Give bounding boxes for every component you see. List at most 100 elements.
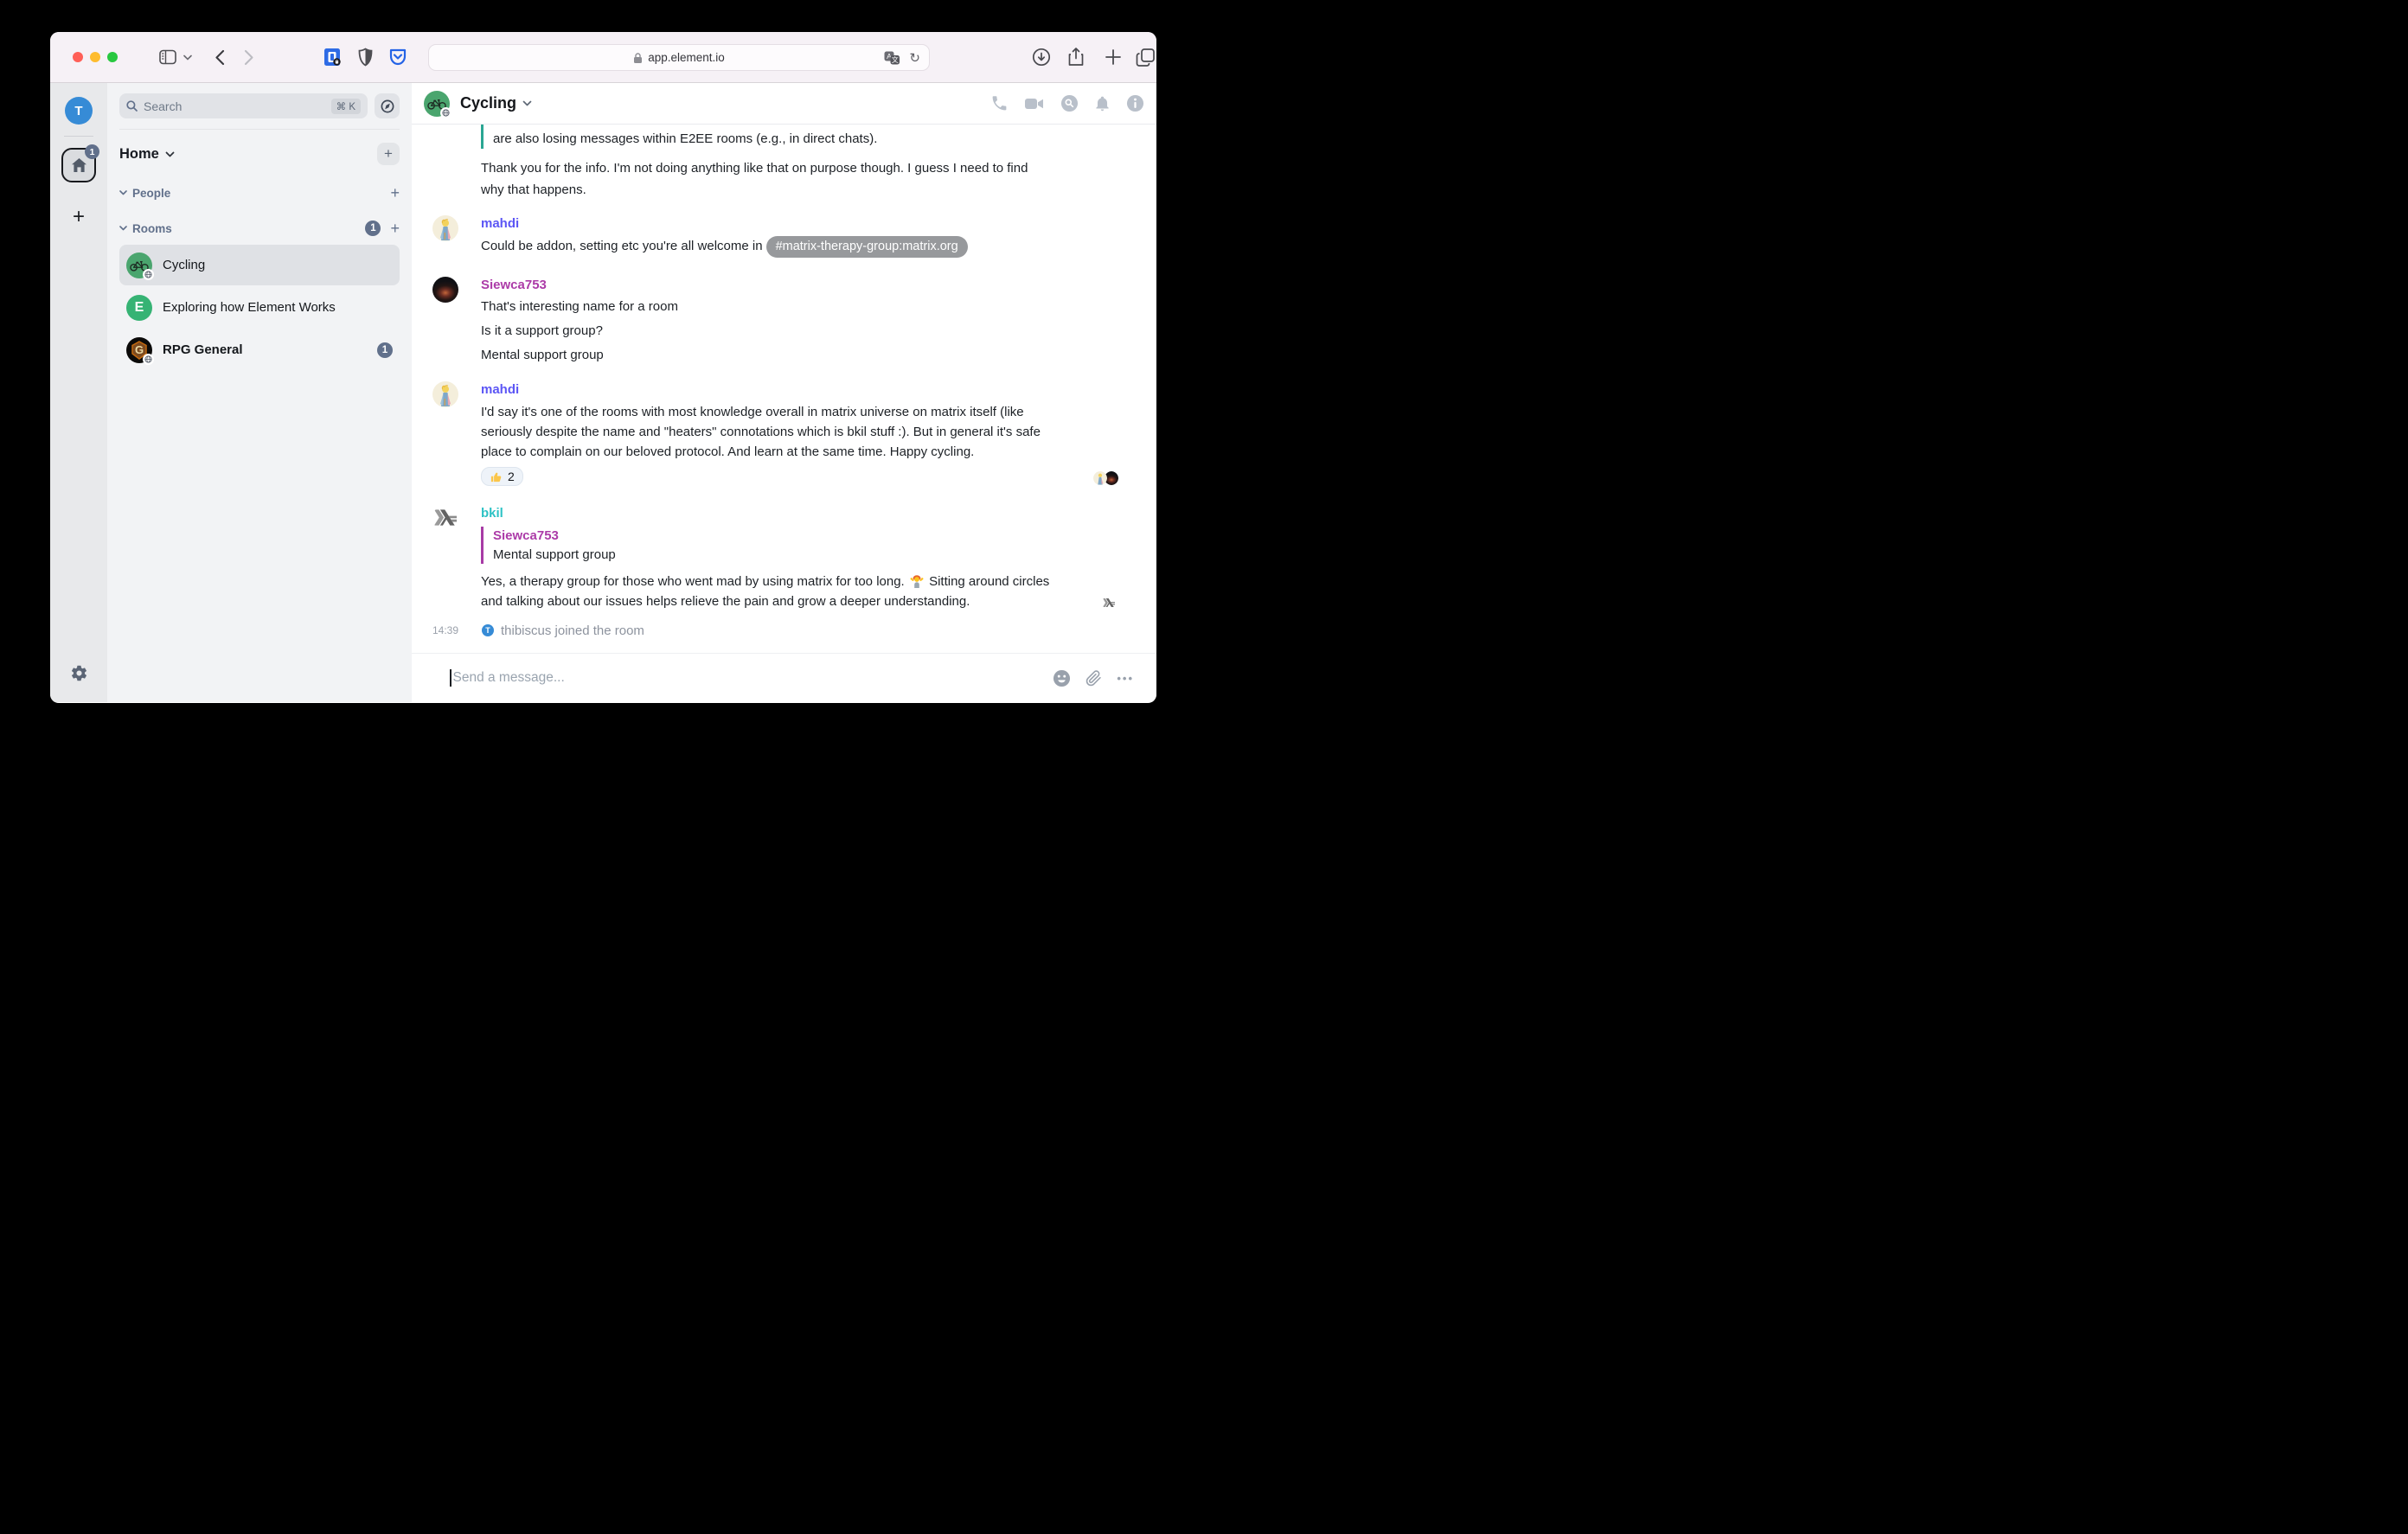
reaction-count: 2 [508,470,515,483]
public-room-globe-icon [143,354,154,365]
sender-avatar-bkil[interactable] [432,505,458,531]
close-window-button[interactable] [73,52,83,62]
sidebar-menu-chevron-icon[interactable] [183,54,192,61]
room-name: Exploring how Element Works [163,300,336,315]
translate-icon[interactable]: A文 [884,51,900,65]
room-info-icon[interactable] [1126,94,1144,112]
new-tab-button[interactable] [1105,48,1122,66]
forward-button[interactable] [244,49,254,66]
room-item-cycling[interactable]: Cycling [119,245,400,285]
room-name: RPG General [163,342,243,357]
search-input[interactable] [144,99,331,113]
sender-name[interactable]: mahdi [481,380,1136,399]
room-item-rpg-general[interactable]: G RPG General 1 [119,329,400,370]
explore-rooms-button[interactable] [375,93,400,118]
room-search-icon[interactable] [1060,94,1079,112]
message-text: Is it a support group? [481,322,1136,340]
people-section-header[interactable]: People + [119,185,400,201]
settings-gear-icon[interactable] [70,664,88,687]
emoji-picker-icon[interactable] [1053,669,1071,687]
pocket-extension-icon[interactable] [388,48,407,67]
create-space-button[interactable]: + [73,207,85,227]
minimize-window-button[interactable] [90,52,100,62]
maximize-window-button[interactable] [107,52,118,62]
room-sidebar: ⌘ K Home + People + Rooms [107,83,412,702]
more-options-icon[interactable]: ••• [1117,672,1134,685]
chevron-down-icon [119,226,127,231]
message-group: mahdi I'd say it's one of the rooms with… [432,380,1136,488]
address-bar[interactable]: app.element.io A文 ↻ [428,44,930,71]
home-space-button[interactable]: 1 [61,148,96,182]
sender-name[interactable]: mahdi [481,214,1136,233]
read-receipt-avatar-bkil[interactable] [1102,596,1116,610]
chevron-down-icon[interactable] [165,151,175,157]
public-room-globe-icon [440,107,452,118]
rail-divider [64,136,93,137]
message-text: Thank you for the info. I'm not doing an… [481,157,1054,201]
back-button[interactable] [215,49,225,66]
event-avatar[interactable]: T [482,624,494,636]
search-box[interactable]: ⌘ K [119,93,368,118]
quoted-sender-name: Siewca753 [493,527,1136,545]
room-link-pill[interactable]: #matrix-therapy-group:matrix.org [766,236,968,258]
compass-icon [381,99,394,113]
message-group: mahdi Could be addon, setting etc you're… [432,214,1136,258]
people-label: People [132,187,170,200]
browser-toolbar: app.element.io A文 ↻ [50,32,1156,83]
tab-overview-button[interactable] [1136,48,1156,67]
rooms-section-header[interactable]: Rooms 1 + [119,221,400,236]
rooms-label: Rooms [132,222,172,235]
rooms-unread-badge: 1 [365,221,381,236]
reload-icon[interactable]: ↻ [909,50,920,66]
person-shrugging-emoji [910,574,924,588]
room-unread-badge: 1 [377,342,393,358]
message-group: bkil Siewca753 Mental support group Yes,… [432,504,1136,611]
message-group: Siewca753 That's interesting name for a … [432,276,1136,364]
add-button[interactable]: + [377,143,400,165]
room-name: Cycling [163,258,205,272]
home-icon [71,157,87,173]
add-people-button[interactable]: + [390,185,400,201]
room-title[interactable]: Cycling [460,94,516,112]
reply-quote[interactable]: Siewca753 Mental support group [481,527,1136,564]
room-avatar: E [126,295,152,321]
traffic-lights [73,52,118,62]
sender-name[interactable]: bkil [481,504,1136,522]
chat-panel: Cycling are also losing messages within … [412,83,1156,702]
sender-avatar-siewca753[interactable] [432,277,458,303]
public-room-globe-icon [143,269,154,280]
sender-avatar-mahdi[interactable] [432,381,458,407]
notifications-bell-icon[interactable] [1094,94,1111,112]
room-item-exploring[interactable]: E Exploring how Element Works [119,287,400,328]
room-header: Cycling [412,83,1156,125]
chevron-down-icon[interactable] [522,100,532,106]
sidebar-toggle-icon[interactable] [159,49,176,65]
voice-call-icon[interactable] [990,94,1009,112]
attachment-paperclip-icon[interactable] [1086,669,1102,687]
quoted-text: Mental support group [493,546,1136,564]
message-text: That's interesting name for a room [481,297,1136,316]
quoted-message-partial: are also losing messages within E2EE roo… [481,125,1136,149]
message-timeline[interactable]: are also losing messages within E2EE roo… [412,125,1156,653]
sender-name[interactable]: Siewca753 [481,276,1136,294]
message-text: Could be addon, setting etc you're all w… [481,236,1136,258]
sender-avatar-mahdi[interactable] [432,215,458,241]
svg-text:文: 文 [892,55,899,64]
read-receipts [1102,596,1116,610]
video-call-icon[interactable] [1024,95,1045,112]
add-room-button[interactable]: + [390,221,400,236]
event-text: thibiscus joined the room [501,623,644,638]
space-name-label[interactable]: Home [119,146,159,163]
read-receipt-avatar-mahdi[interactable] [1093,471,1107,485]
password-manager-extension-icon[interactable] [323,47,343,67]
share-button[interactable] [1067,47,1085,67]
message-composer[interactable]: ••• [412,653,1156,702]
thumbs-up-reaction[interactable]: 2 [481,467,523,486]
message-text: Yes, a therapy group for those who went … [481,572,1054,611]
message-input[interactable] [453,670,1054,686]
membership-event: 14:39 T thibiscus joined the room [432,623,1136,638]
downloads-button[interactable] [1032,48,1051,67]
tls-lock-icon [633,52,643,64]
user-avatar[interactable]: T [65,97,93,125]
shield-extension-icon[interactable] [358,48,373,67]
